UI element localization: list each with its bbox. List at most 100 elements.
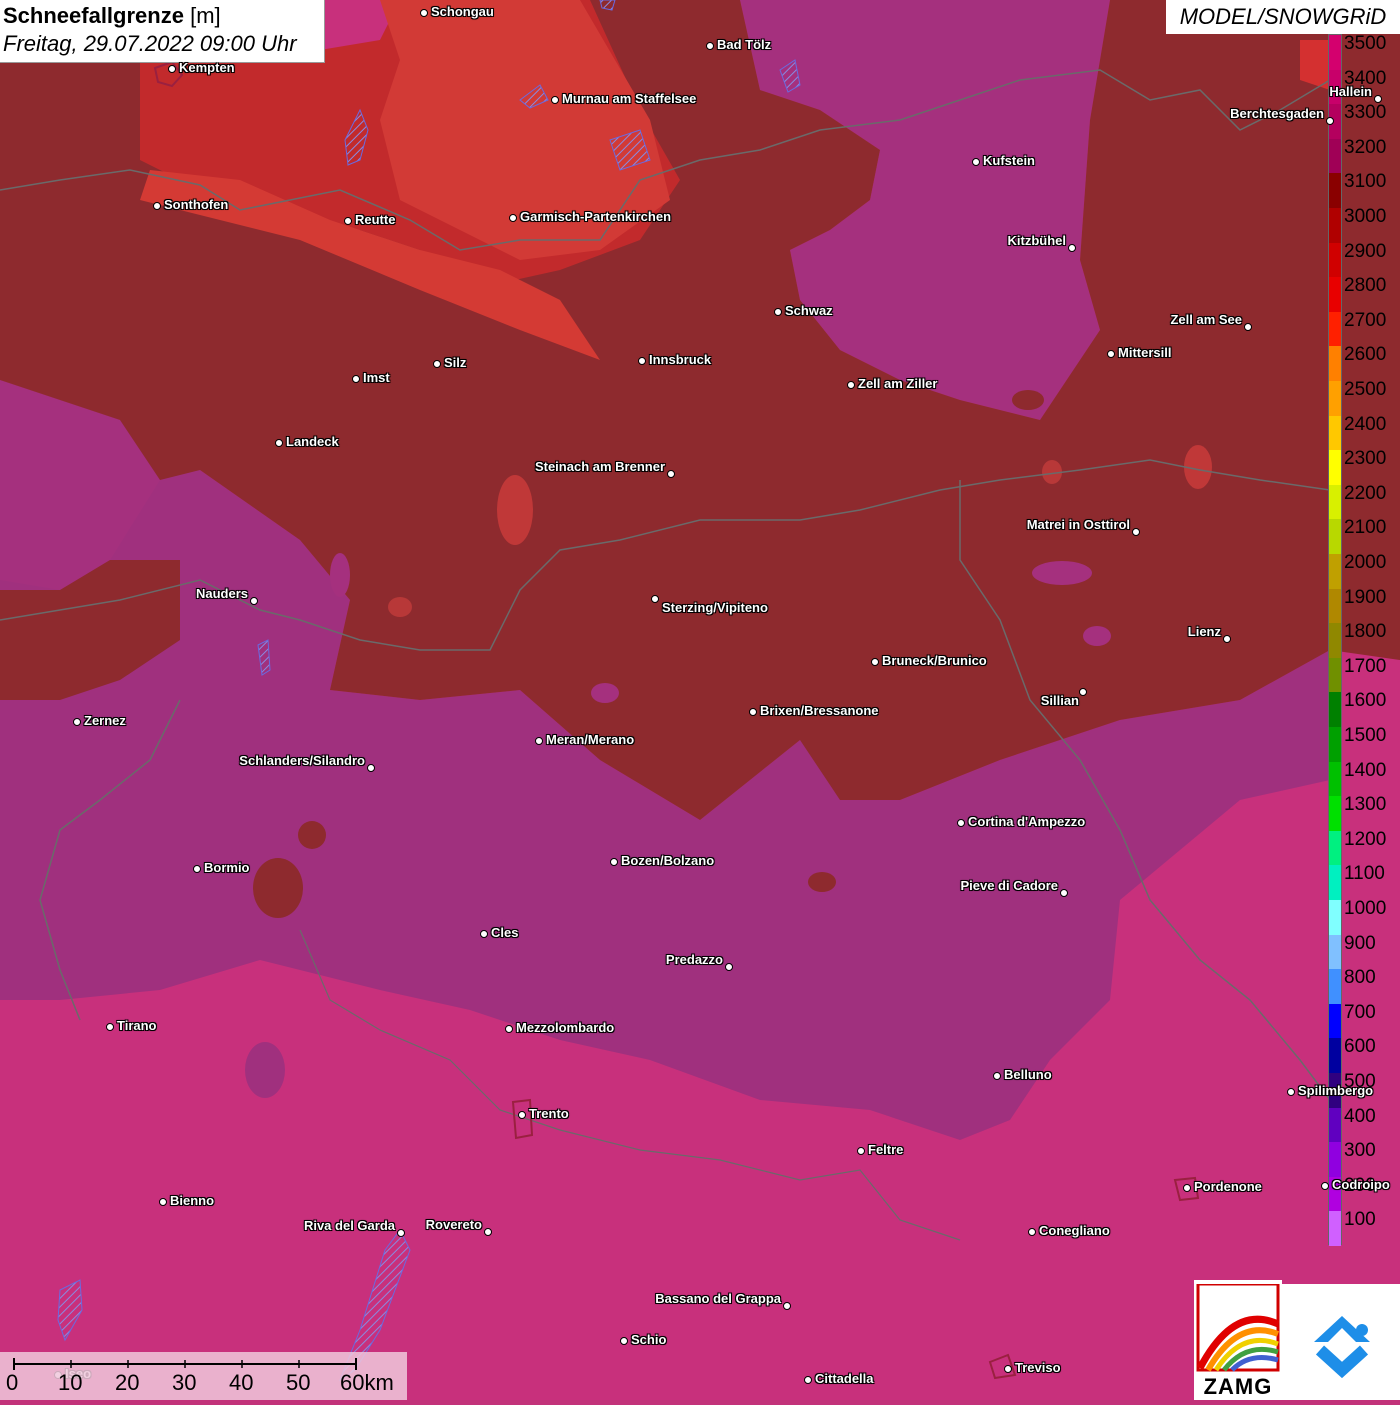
legend-color-step <box>1329 623 1341 659</box>
legend-label: 1200 <box>1344 828 1387 850</box>
city-label: Kitzbühel <box>1007 233 1067 248</box>
legend-color-step <box>1329 1003 1341 1039</box>
city-label: Conegliano <box>1039 1223 1110 1238</box>
geosphere-logo-icon <box>1314 1316 1370 1379</box>
legend-color-step <box>1329 657 1341 693</box>
city-label: Zell am Ziller <box>858 376 938 391</box>
legend-color-step <box>1329 692 1341 728</box>
city-marker <box>250 597 258 605</box>
model-label: MODEL/SNOWGRiD <box>1166 0 1400 34</box>
legend-color-step <box>1329 934 1341 970</box>
city-marker <box>352 375 360 383</box>
legend-label: 1400 <box>1344 759 1387 781</box>
city-marker <box>1107 350 1115 358</box>
city-label: Sillian <box>1040 693 1079 708</box>
city-label: Kempten <box>179 60 235 75</box>
legend-color-step <box>1329 727 1341 763</box>
legend-color-step <box>1329 381 1341 417</box>
legend-label: 2000 <box>1344 552 1387 573</box>
city-label: Treviso <box>1015 1360 1061 1375</box>
scale-label: 50 <box>286 1370 311 1395</box>
city-marker <box>847 381 855 389</box>
legend-color-step <box>1329 969 1341 1005</box>
zamg-logo-text: ZAMG <box>1203 1374 1273 1399</box>
city-label: Garmisch-Partenkirchen <box>520 209 672 224</box>
city-label: Innsbruck <box>649 352 712 367</box>
city-label: Landeck <box>286 434 339 449</box>
city-label: Codroipo <box>1332 1177 1390 1192</box>
city-label: Cortina d'Ampezzo <box>968 814 1086 829</box>
city-label: Murnau am Staffelsee <box>562 91 697 106</box>
city-label: Predazzo <box>665 952 723 967</box>
city-label: Silz <box>444 355 467 370</box>
city-label: Sterzing/Vipiteno <box>662 600 768 615</box>
map-title: Schneefallgrenze [m] <box>3 2 324 30</box>
city-marker <box>1223 635 1231 643</box>
city-marker <box>344 217 352 225</box>
city-label: Sonthofen <box>164 197 229 212</box>
city-label: Mezzolombardo <box>516 1020 615 1035</box>
legend-color-step <box>1329 450 1341 486</box>
city-label: Schongau <box>431 4 494 19</box>
city-marker <box>972 158 980 166</box>
city-marker <box>73 718 81 726</box>
city-marker <box>159 1198 167 1206</box>
legend-color-step <box>1329 588 1341 624</box>
legend-label: 100 <box>1344 1209 1376 1231</box>
legend-color-step <box>1329 242 1341 278</box>
city-marker <box>1244 323 1252 331</box>
city-label: Hallein <box>1329 84 1372 99</box>
city-marker <box>193 865 201 873</box>
scale-label: 10 <box>58 1370 83 1395</box>
city-label: Trento <box>529 1106 569 1121</box>
city-label: Mittersill <box>1118 345 1172 360</box>
city-label: Imst <box>363 370 390 385</box>
city-marker <box>783 1302 791 1310</box>
legend-color-step <box>1329 865 1341 901</box>
legend-color-step <box>1329 415 1341 451</box>
city-label: Zell am See <box>1170 312 1242 327</box>
scale-label: 0 <box>6 1370 19 1395</box>
legend-color-step <box>1329 761 1341 797</box>
city-marker <box>804 1376 812 1384</box>
legend-label: 1500 <box>1344 725 1387 746</box>
legend-label: 2800 <box>1344 275 1387 297</box>
legend-label: 1000 <box>1344 898 1387 919</box>
legend-color-step <box>1329 1038 1341 1074</box>
city-marker <box>774 308 782 316</box>
scale-bar: 0 10 20 30 40 50 60km <box>0 1352 407 1400</box>
city-label: Spilimbergo <box>1298 1083 1374 1098</box>
city-marker <box>551 96 559 104</box>
legend-label: 2700 <box>1344 309 1387 331</box>
map-datetime: Freitag, 29.07.2022 09:00 Uhr <box>3 31 297 56</box>
legend-label: 1800 <box>1344 621 1387 643</box>
color-legend: 3500 3400 3300 3200 3100 3000 2900 2800 2700 2600… <box>1328 33 1400 1247</box>
city-label: Rovereto <box>425 1217 482 1232</box>
legend-label: 400 <box>1344 1105 1376 1127</box>
city-marker <box>484 1228 492 1236</box>
city-label: Bad Tölz <box>717 37 772 52</box>
city-label: Meran/Merano <box>546 732 635 747</box>
city-label: Matrei in Osttirol <box>1026 517 1130 532</box>
city-marker <box>518 1111 526 1119</box>
city-marker <box>535 737 543 745</box>
city-label: Berchtesgaden <box>1230 106 1324 121</box>
legend-color-step <box>1329 484 1341 520</box>
legend-label: 900 <box>1344 932 1376 954</box>
legend-color-step <box>1329 35 1341 71</box>
city-marker <box>610 858 618 866</box>
legend-color-step <box>1329 796 1341 832</box>
geosphere-logo <box>1282 1284 1400 1400</box>
city-label: Bormio <box>204 860 250 875</box>
city-marker <box>106 1023 114 1031</box>
legend-label: 2300 <box>1344 448 1387 470</box>
city-label: Schio <box>631 1332 667 1347</box>
city-label: Steinach am Brenner <box>534 459 665 474</box>
city-label: Lienz <box>1187 624 1221 639</box>
city-marker <box>1004 1365 1012 1373</box>
city-marker <box>505 1025 513 1033</box>
legend-label: 1600 <box>1344 690 1387 712</box>
city-marker <box>1321 1182 1329 1190</box>
legend-color-step <box>1329 830 1341 866</box>
legend-label: 600 <box>1344 1036 1376 1058</box>
